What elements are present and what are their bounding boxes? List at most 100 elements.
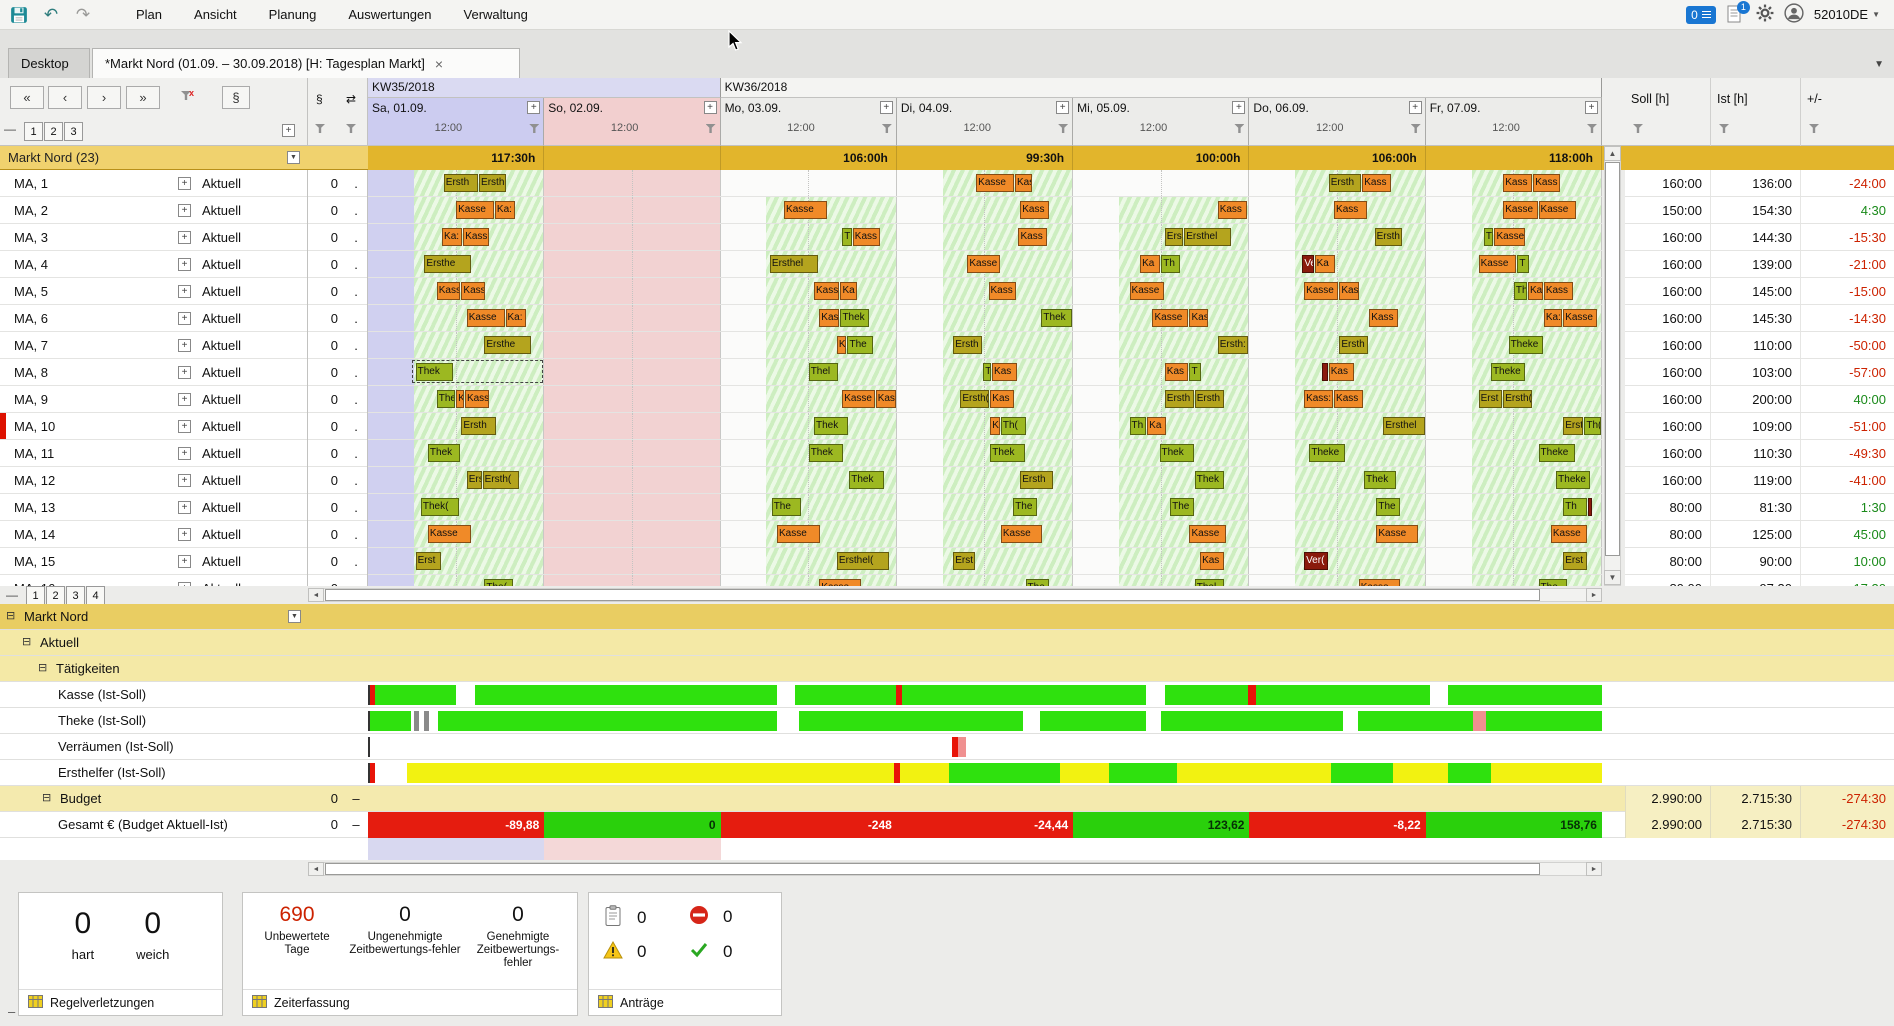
expand-row-button[interactable]: + [178,474,191,487]
schedule-cell[interactable] [368,413,545,439]
nav-next-button[interactable]: › [87,86,121,109]
vscroll-thumb[interactable] [1605,162,1620,556]
employee-row-13[interactable]: MA, 13 + Aktuell [0,494,307,521]
day-expand-button[interactable]: + [879,101,893,114]
swap-col-icon[interactable]: ⇄ [346,92,356,106]
shift-block[interactable]: Ersth [1374,228,1402,246]
schedule-cell[interactable] [896,278,1074,304]
filter-clear-button[interactable]: x [178,88,198,106]
schedule-cell[interactable] [544,467,721,493]
shift-block[interactable]: The [847,336,873,354]
shift-block[interactable]: Th [1563,498,1587,516]
shift-block[interactable]: Erst [415,552,442,570]
schedule-cell[interactable] [896,548,1074,574]
shift-block[interactable]: Ersthel [1383,417,1425,435]
funnel-icon[interactable] [705,124,716,133]
expand-row-button[interactable]: + [178,285,191,298]
user-avatar-icon[interactable] [1784,3,1804,26]
schedule-cell[interactable] [544,224,721,250]
shift-block[interactable]: Thek [808,444,843,462]
schedule-cell[interactable] [1073,494,1250,520]
shift-block[interactable]: K [836,336,847,354]
shift-block[interactable]: The [1538,579,1568,586]
shift-block[interactable]: Thel [436,390,456,408]
schedule-cell[interactable] [1249,251,1426,277]
shift-block[interactable]: Kasse [819,579,861,586]
hscroll-thumb[interactable] [325,589,1540,601]
shift-block[interactable]: Kas [992,363,1018,381]
shift-block[interactable]: Kasse [1494,228,1526,246]
shift-block[interactable]: Erst [1563,552,1587,570]
shift-block[interactable]: Ersth [953,336,983,354]
employee-row-15[interactable]: MA, 15 + Aktuell [0,548,307,575]
week-header-kw35/2018[interactable]: KW35/2018 [368,78,721,98]
shift-block[interactable]: Ka [840,282,858,300]
summary-row-group-2[interactable]: ⊟ Tätigkeiten [0,656,1894,682]
schedule-cell[interactable] [544,305,721,331]
schedule-cell[interactable] [544,521,721,547]
employee-row-8[interactable]: MA, 8 + Aktuell [0,359,307,386]
user-id-dropdown[interactable]: 52010DE ▼ [1814,7,1880,22]
schedule-cell[interactable] [896,521,1074,547]
employee-row-16[interactable]: MA, 16+Aktuell [0,575,307,586]
scroll-right-button[interactable]: ► [1586,862,1602,876]
funnel-icon[interactable] [881,124,892,133]
hscroll-thumb[interactable] [325,863,1540,875]
shift-block[interactable]: Ka [1147,417,1166,435]
expand-row-button[interactable]: + [178,447,191,460]
nav-first-button[interactable]: « [10,86,44,109]
collapse-icon[interactable]: ⊟ [38,661,47,674]
schedule-cell[interactable] [720,494,897,520]
vertical-scrollbar[interactable]: ▲ ▼ [1604,146,1621,586]
shift-block[interactable]: Thek [1041,309,1073,327]
collapse-icon[interactable]: ⊟ [22,635,31,648]
shift-block[interactable]: Kass [461,282,486,300]
shift-block[interactable]: Ka: [494,201,516,219]
menu-item-verwaltung[interactable]: Verwaltung [448,0,544,29]
shift-block[interactable]: Kas [1164,363,1189,381]
shift-block[interactable]: Th( [1000,417,1027,435]
day-expand-button[interactable]: + [1232,101,1246,114]
shift-block[interactable]: Kass [464,390,489,408]
schedule-cell[interactable] [720,413,897,439]
shift-block[interactable]: Theke [1556,471,1591,489]
expand-row-button[interactable]: + [178,420,191,433]
funnel-icon[interactable] [1719,124,1729,133]
shift-block[interactable]: T [842,228,852,246]
employee-row-3[interactable]: MA, 3 + Aktuell [0,224,307,251]
soll-column-header[interactable]: Soll [h] [1625,78,1710,146]
shift-block[interactable]: Kas [819,309,840,327]
schedule-cell[interactable] [368,575,545,586]
shift-block[interactable]: Thel [1194,579,1224,586]
employee-row-11[interactable]: MA, 11 + Aktuell [0,440,307,467]
employee-row-5[interactable]: MA, 5 + Aktuell [0,278,307,305]
shift-block[interactable]: Kass [814,282,840,300]
shift-block[interactable]: Thek [1194,471,1224,489]
expand-row-button[interactable]: + [178,366,191,379]
schedule-cell[interactable] [1073,359,1250,385]
funnel-icon[interactable] [1410,124,1421,133]
employee-row-12[interactable]: MA, 12 + Aktuell [0,467,307,494]
shift-block[interactable]: Ka: [442,228,463,246]
shift-block[interactable]: Kasse [1503,201,1538,219]
shift-block[interactable]: Kass [1503,174,1533,192]
schedule-cell[interactable] [544,494,721,520]
close-icon[interactable]: × [435,56,443,72]
employee-row-1[interactable]: MA, 1 + Aktuell [0,170,307,197]
schedule-cell[interactable] [1249,548,1426,574]
shift-block[interactable]: Kas [990,390,1014,408]
schedule-cell[interactable] [544,251,721,277]
schedule-cell[interactable] [1249,332,1426,358]
shift-block[interactable]: Theke [1490,363,1526,381]
summary-row-budget-7[interactable]: ⊟ Budget 0– 2.990:00 2.715:30 -274:30 [0,786,1894,812]
shift-block[interactable]: Ersthe [424,255,471,273]
shift-block[interactable]: Kasse [1304,282,1339,300]
shift-block[interactable]: T [1483,228,1494,246]
scroll-down-button[interactable]: ▼ [1604,570,1621,585]
shift-block[interactable]: Ersth [443,174,479,192]
schedule-cell[interactable] [896,440,1074,466]
shift-block[interactable]: Theke [1508,336,1543,354]
schedule-cell[interactable] [1425,440,1602,466]
shift-block[interactable]: Ersthel( [836,552,889,570]
funnel-icon[interactable] [1586,124,1597,133]
